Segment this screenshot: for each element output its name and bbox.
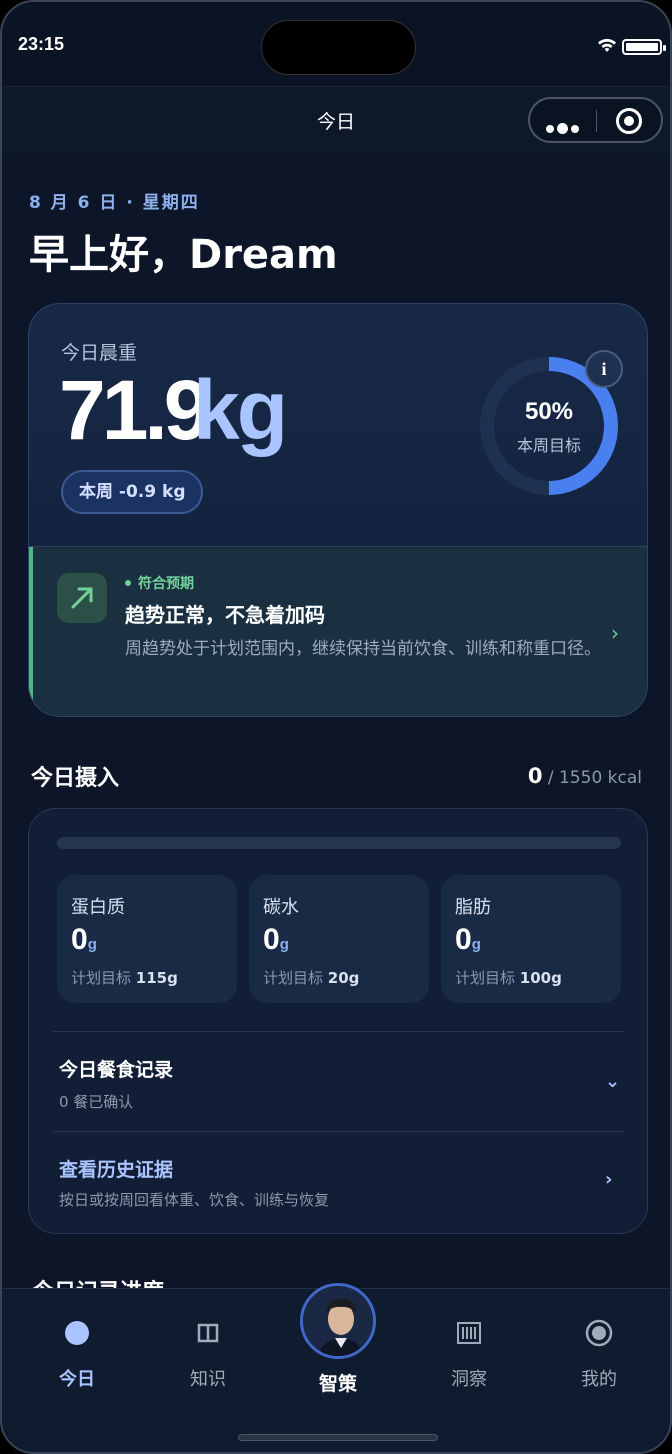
greeting-title: 早上好，Dream [29, 232, 338, 278]
week-change-badge: 本周 -0.9 kg [61, 470, 204, 514]
goal-label: 本周目标 [516, 436, 581, 455]
mini-program-capsule [528, 97, 663, 143]
macro-target: 计划目标 20g [263, 969, 360, 987]
home-indicator [238, 1434, 438, 1441]
weight-value: 71.9 [59, 363, 210, 457]
trend-accent-bar [29, 547, 33, 716]
trend-up-icon [57, 573, 107, 623]
divider [53, 1031, 625, 1032]
avatar [303, 1286, 373, 1356]
trend-status-text: 符合预期 [138, 576, 194, 592]
book-icon [197, 1323, 219, 1343]
intake-target: / 1550 kcal [547, 768, 642, 788]
nav-bar: 今日 [2, 86, 670, 156]
weight-unit: kg [193, 363, 288, 457]
info-button[interactable]: i [585, 350, 623, 388]
macro-value: 0g [455, 923, 481, 956]
weight-label: 今日晨重 [61, 342, 138, 364]
macro-target: 计划目标 100g [455, 969, 562, 987]
history-sub: 按日或按周回看体重、饮食、训练与恢复 [59, 1191, 330, 1209]
battery-icon [622, 39, 666, 55]
tab-today[interactable]: 今日 [22, 1319, 132, 1391]
macro-card-carbs: 碳水 0g 计划目标 20g [249, 875, 429, 1003]
tab-mine[interactable]: 我的 [544, 1319, 654, 1391]
divider [53, 1131, 625, 1132]
goal-percent: 50% [524, 398, 574, 425]
barcode-icon [457, 1322, 481, 1344]
status-time: 23:15 [18, 34, 65, 54]
wifi-icon [598, 38, 616, 52]
target-icon [585, 1319, 613, 1347]
meal-log-title: 今日餐食记录 [59, 1059, 174, 1081]
tab-label: 今日 [59, 1369, 95, 1390]
close-target-icon[interactable] [616, 108, 642, 134]
macro-name: 脂肪 [455, 897, 491, 918]
chevron-right-icon[interactable]: › [605, 1169, 612, 1190]
calorie-progress-bar [57, 837, 621, 849]
circle-icon [65, 1321, 89, 1345]
status-bar: 23:15 [2, 2, 670, 86]
macro-value: 0g [263, 923, 289, 956]
macro-name: 蛋白质 [71, 897, 125, 918]
tab-label: 知识 [190, 1369, 226, 1390]
dynamic-island [261, 20, 416, 75]
tab-bar: 今日 知识 智策 洞察 我的 [2, 1283, 670, 1452]
tab-knowledge[interactable]: 知识 [153, 1319, 263, 1391]
phone-frame: 23:15 今日 8 月 6 日 · 星期四 早上好，Dream 今日晨重 71… [0, 0, 672, 1454]
intake-total: 0 / 1550 kcal [528, 764, 642, 788]
macro-name: 碳水 [263, 897, 299, 918]
trend-status-badge: 符合预期 [125, 573, 194, 593]
tab-insight[interactable]: 洞察 [414, 1319, 524, 1391]
capsule-divider [596, 110, 597, 132]
meal-log-sub: 0 餐已确认 [59, 1093, 134, 1111]
intake-consumed: 0 [527, 764, 543, 788]
trend-description: 周趋势处于计划范围内，继续保持当前饮食、训练和称重口径。 [125, 639, 601, 659]
date-label: 8 月 6 日 · 星期四 [29, 193, 200, 213]
intake-card: 蛋白质 0g 计划目标 115g 碳水 0g 计划目标 20g 脂肪 0g 计划… [28, 808, 648, 1234]
tab-label: 洞察 [451, 1369, 487, 1390]
macro-value: 0g [71, 923, 97, 956]
weight-card[interactable]: 今日晨重 71.9 kg 本周 -0.9 kg 50% 本周目标 i 符合预期 … [28, 303, 648, 717]
more-icon[interactable] [546, 118, 582, 137]
tab-label: 我的 [581, 1369, 617, 1390]
macro-card-fat: 脂肪 0g 计划目标 100g [441, 875, 621, 1003]
macro-target: 计划目标 115g [71, 969, 178, 987]
center-avatar-button[interactable] [300, 1283, 376, 1359]
chevron-right-icon[interactable]: › [611, 621, 619, 645]
macro-card-protein: 蛋白质 0g 计划目标 115g [57, 875, 237, 1003]
history-title: 查看历史证据 [59, 1159, 174, 1181]
intake-title: 今日摄入 [31, 766, 120, 791]
trend-title: 趋势正常，不急着加码 [125, 603, 325, 627]
status-dot-icon [125, 580, 131, 586]
chevron-down-icon[interactable]: ⌄ [605, 1071, 620, 1092]
tab-label: 智策 [318, 1373, 357, 1395]
trend-banner[interactable]: 符合预期 趋势正常，不急着加码 周趋势处于计划范围内，继续保持当前饮食、训练和称… [29, 546, 647, 716]
